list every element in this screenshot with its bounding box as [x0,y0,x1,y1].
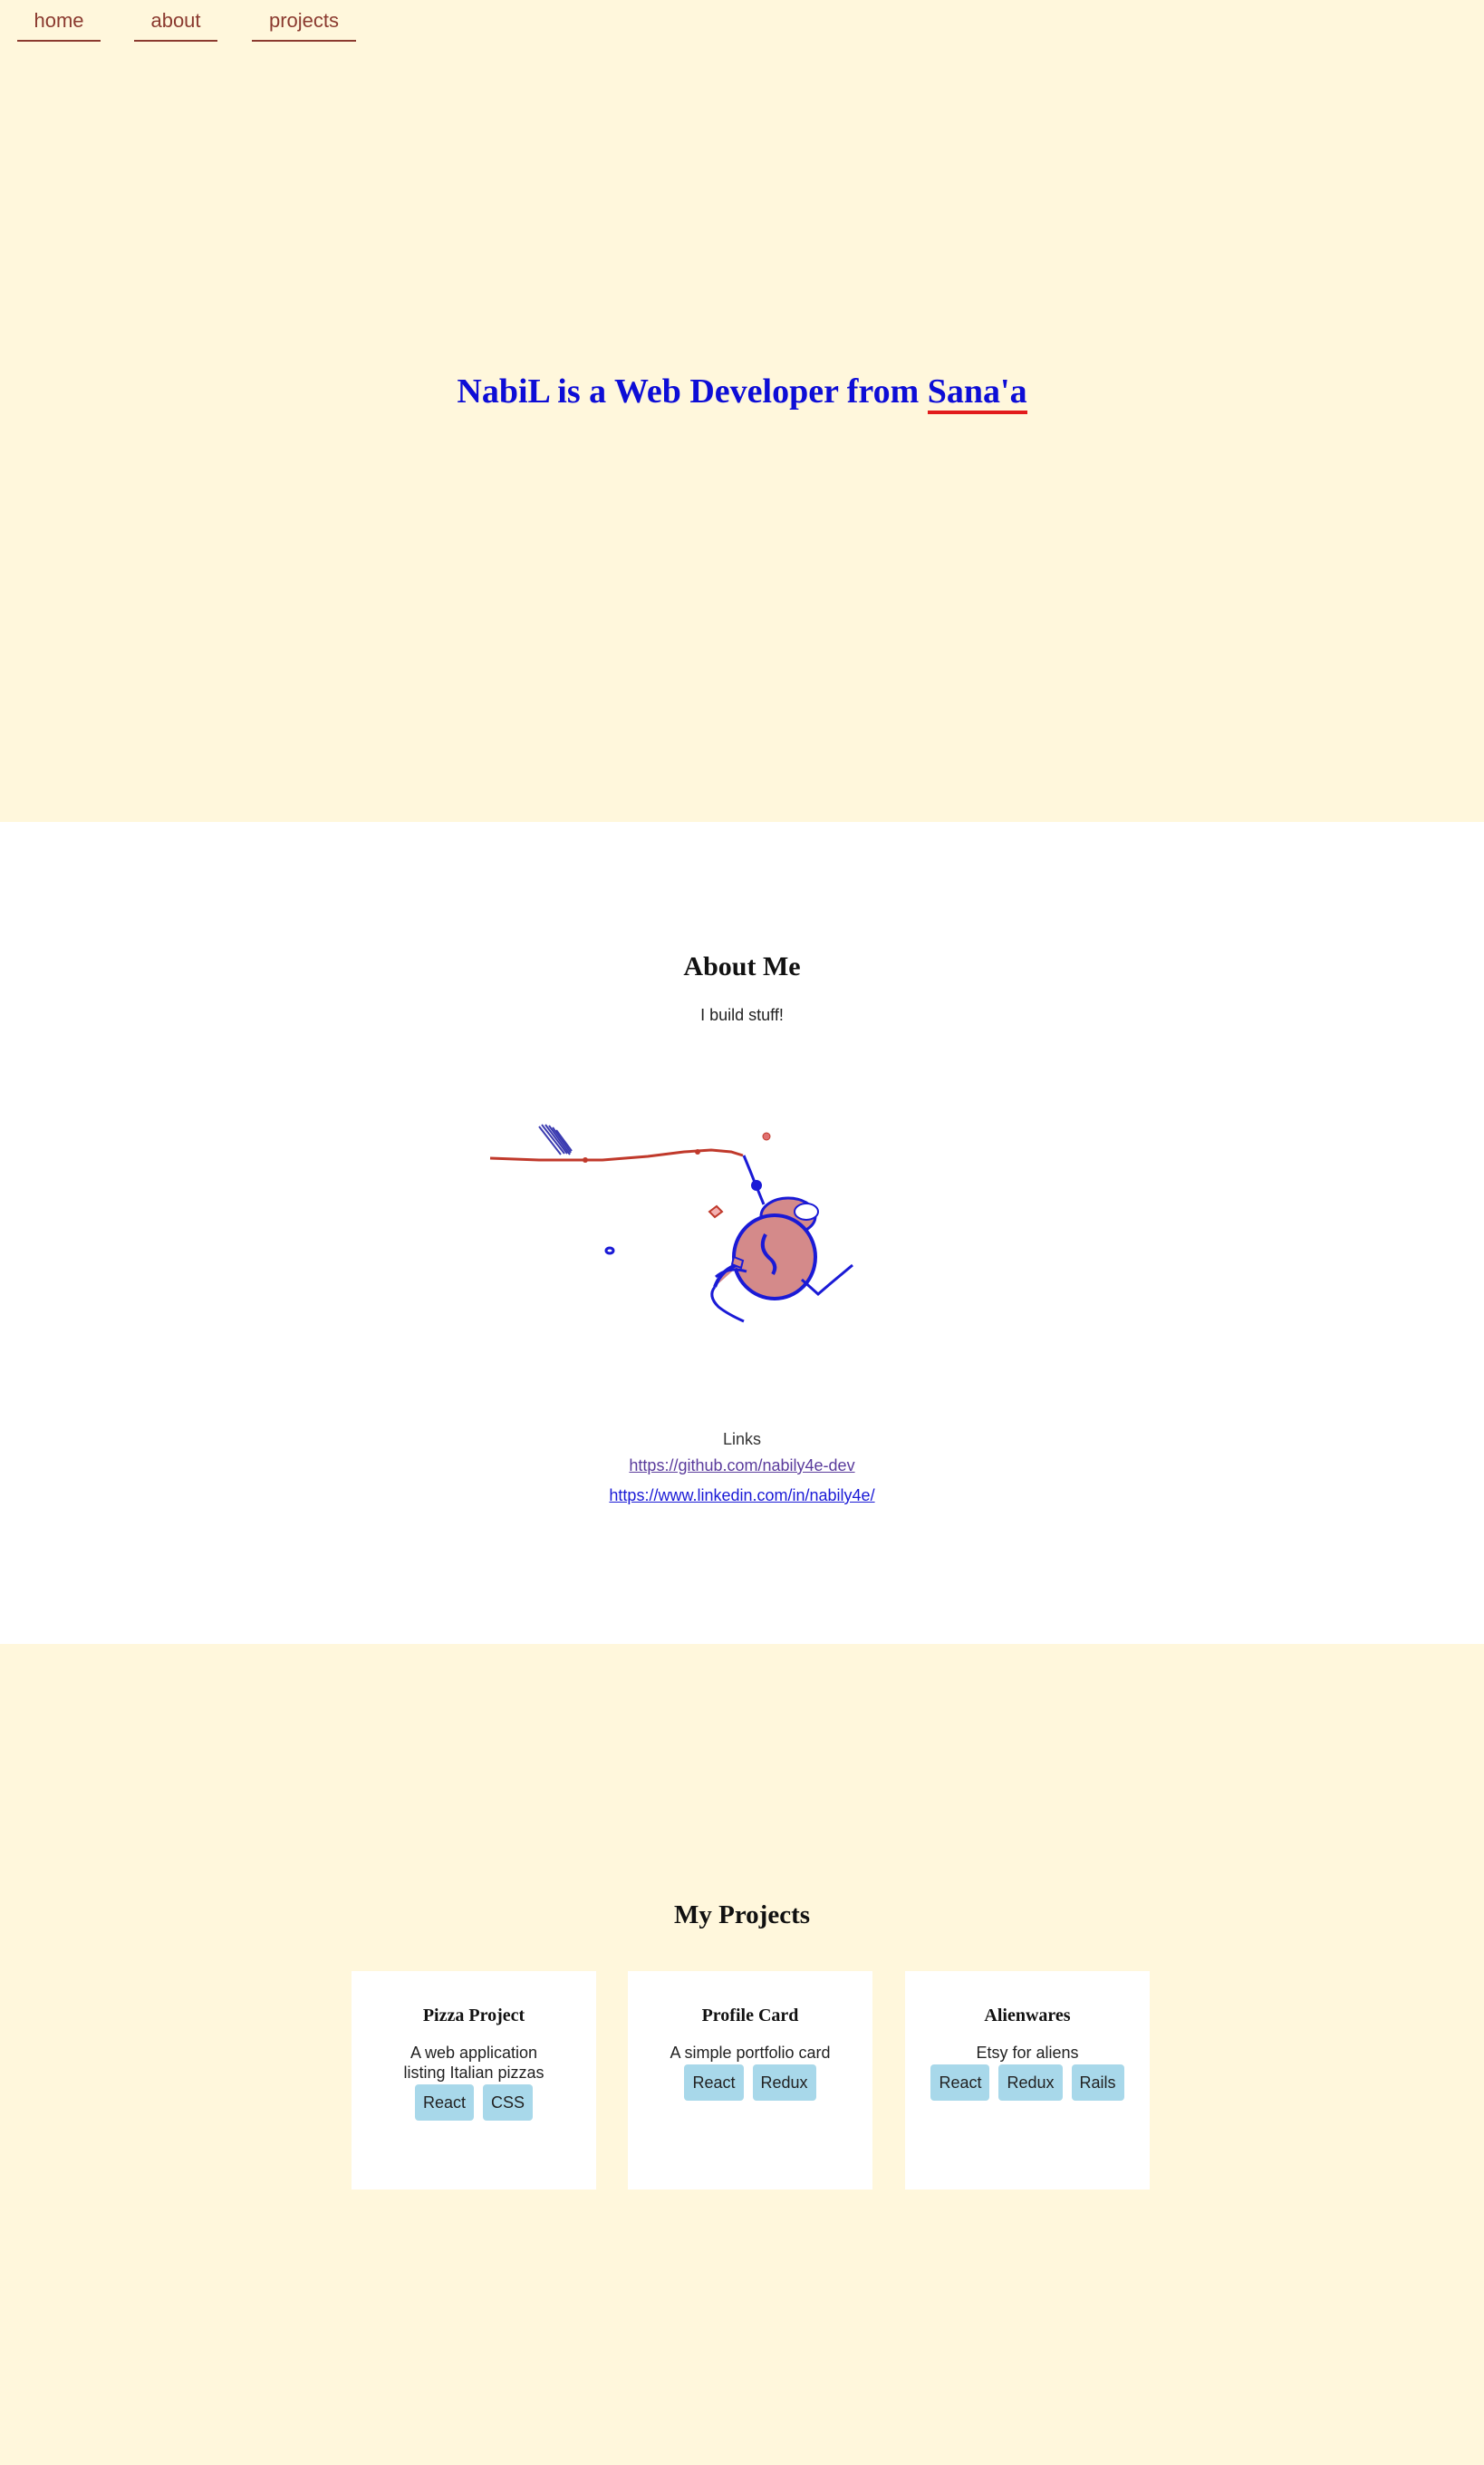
links-heading: Links [722,1430,762,1448]
top-nav: home about projects [0,0,1484,45]
project-card-description: A simple portfolio card [670,2044,831,2062]
project-card-title: Alienwares [984,2006,1071,2025]
project-card-title: Pizza Project [422,2006,525,2025]
tag-badge: React [414,2084,474,2121]
about-section: About Me I build stuff! Links https://gi… [0,822,1484,1644]
nav-about-link[interactable]: about [134,0,217,42]
tag-badge: Redux [752,2064,816,2101]
tag-badge: CSS [483,2084,534,2121]
city-link[interactable]: Sana'a [927,372,1027,414]
github-link-row: https://github.com/nabily4e-dev [0,1456,1484,1475]
tag-badge: React [930,2064,990,2101]
tag-badge: Rails [1071,2064,1124,2101]
project-card-tags: React Redux [635,2064,865,2101]
nav-home-link[interactable]: home [17,0,101,42]
cartoon-illustration [489,1124,853,1323]
projects-title: My Projects [673,1900,811,1929]
linkedin-link[interactable]: https://www.linkedin.com/in/nabily4e/ [609,1486,874,1504]
project-card-description: Etsy for aliens [976,2044,1079,2062]
tag-badge: React [684,2064,744,2101]
project-card[interactable]: Alienwares Etsy for aliens React Redux R… [905,1971,1150,2190]
project-card[interactable]: Pizza Project A web application listing … [352,1971,596,2190]
project-card-tags: React CSS [359,2084,589,2121]
hero-title: NabiL is a Web Developer from Sana'a [0,372,1484,414]
hero-section: NabiL is a Web Developer from Sana'a [0,0,1484,822]
project-card-description: A web application listing Italian pizzas [403,2044,544,2082]
projects-section: My Projects Pizza Project A web applicat… [0,1644,1484,2465]
project-card[interactable]: Profile Card A simple portfolio card Rea… [628,1971,872,2190]
linkedin-link-row: https://www.linkedin.com/in/nabily4e/ [0,1486,1484,1505]
about-title: About Me [683,952,801,981]
project-card-tags: React Redux Rails [912,2064,1142,2101]
hero-title-text: NabiL is a Web Developer from [457,372,928,411]
about-tagline: I build stuff! [700,1006,784,1024]
nav-projects-link[interactable]: projects [252,0,356,42]
tag-badge: Redux [998,2064,1063,2101]
project-card-title: Profile Card [701,2006,799,2025]
github-link[interactable]: https://github.com/nabily4e-dev [629,1456,854,1474]
